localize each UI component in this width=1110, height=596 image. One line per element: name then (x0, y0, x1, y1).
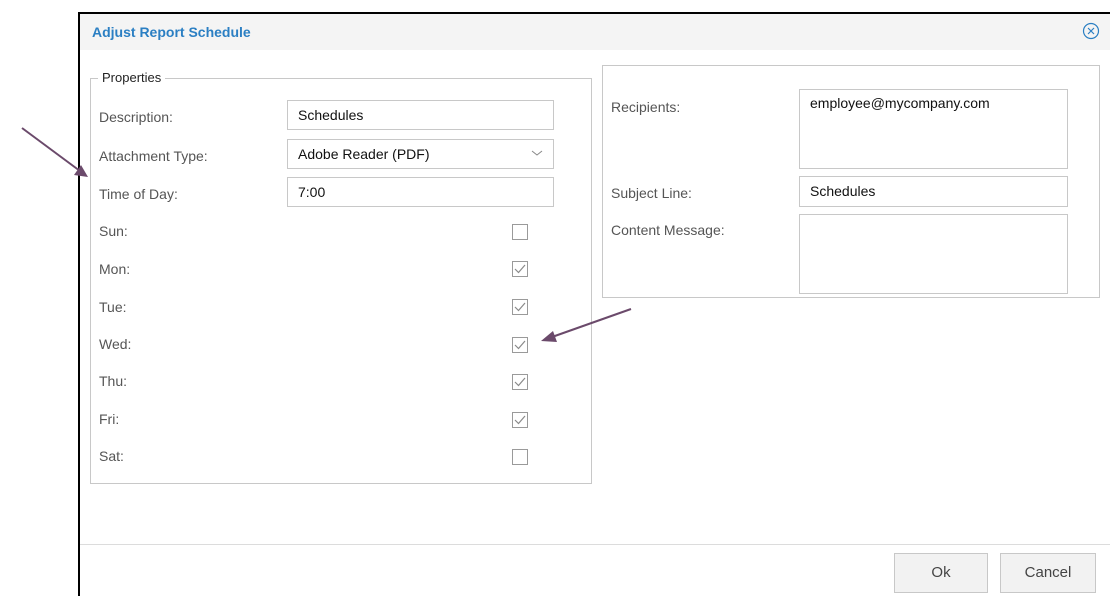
subject-line-input[interactable]: Schedules (799, 176, 1068, 207)
day-label-mon: Mon: (99, 261, 131, 277)
close-circle-icon[interactable] (1082, 22, 1100, 40)
content-message-textarea[interactable] (799, 214, 1068, 294)
ok-button[interactable]: Ok (894, 553, 988, 593)
content-message-label: Content Message: (611, 222, 725, 238)
properties-fieldset: Properties Description: Schedules Attach… (90, 70, 592, 484)
checkbox-tue[interactable] (512, 299, 528, 315)
checkbox-thu[interactable] (512, 374, 528, 390)
day-label-tue: Tue: (99, 299, 127, 315)
adjust-report-schedule-dialog: Adjust Report Schedule Properties Descri… (78, 12, 1110, 596)
checkbox-fri[interactable] (512, 412, 528, 428)
day-label-fri: Fri: (99, 411, 120, 427)
checkbox-mon[interactable] (512, 261, 528, 277)
attachment-type-label: Attachment Type: (99, 148, 208, 164)
day-label-wed: Wed: (99, 336, 132, 352)
cancel-button[interactable]: Cancel (1000, 553, 1096, 593)
attachment-type-value: Adobe Reader (PDF) (298, 146, 430, 162)
page: Adjust Report Schedule Properties Descri… (0, 0, 1110, 596)
email-settings-panel: Recipients: employee@mycompany.com Subje… (602, 65, 1100, 298)
description-label: Description: (99, 109, 173, 125)
dialog-titlebar: Adjust Report Schedule (80, 14, 1110, 50)
checkbox-sat[interactable] (512, 449, 528, 465)
recipients-textarea[interactable]: employee@mycompany.com (799, 89, 1068, 169)
recipients-label: Recipients: (611, 99, 681, 115)
checkbox-sun[interactable] (512, 224, 528, 240)
day-label-thu: Thu: (99, 373, 128, 389)
dialog-title: Adjust Report Schedule (92, 24, 251, 40)
chevron-down-icon (531, 150, 543, 156)
description-input[interactable]: Schedules (287, 100, 554, 130)
checkbox-wed[interactable] (512, 337, 528, 353)
subject-line-label: Subject Line: (611, 185, 692, 201)
footer-divider (80, 544, 1110, 545)
time-of-day-input[interactable]: 7:00 (287, 177, 554, 207)
properties-legend: Properties (98, 70, 166, 85)
time-of-day-label: Time of Day: (99, 186, 178, 202)
attachment-type-select[interactable]: Adobe Reader (PDF) (287, 139, 554, 169)
day-label-sat: Sat: (99, 448, 124, 464)
day-label-sun: Sun: (99, 223, 128, 239)
